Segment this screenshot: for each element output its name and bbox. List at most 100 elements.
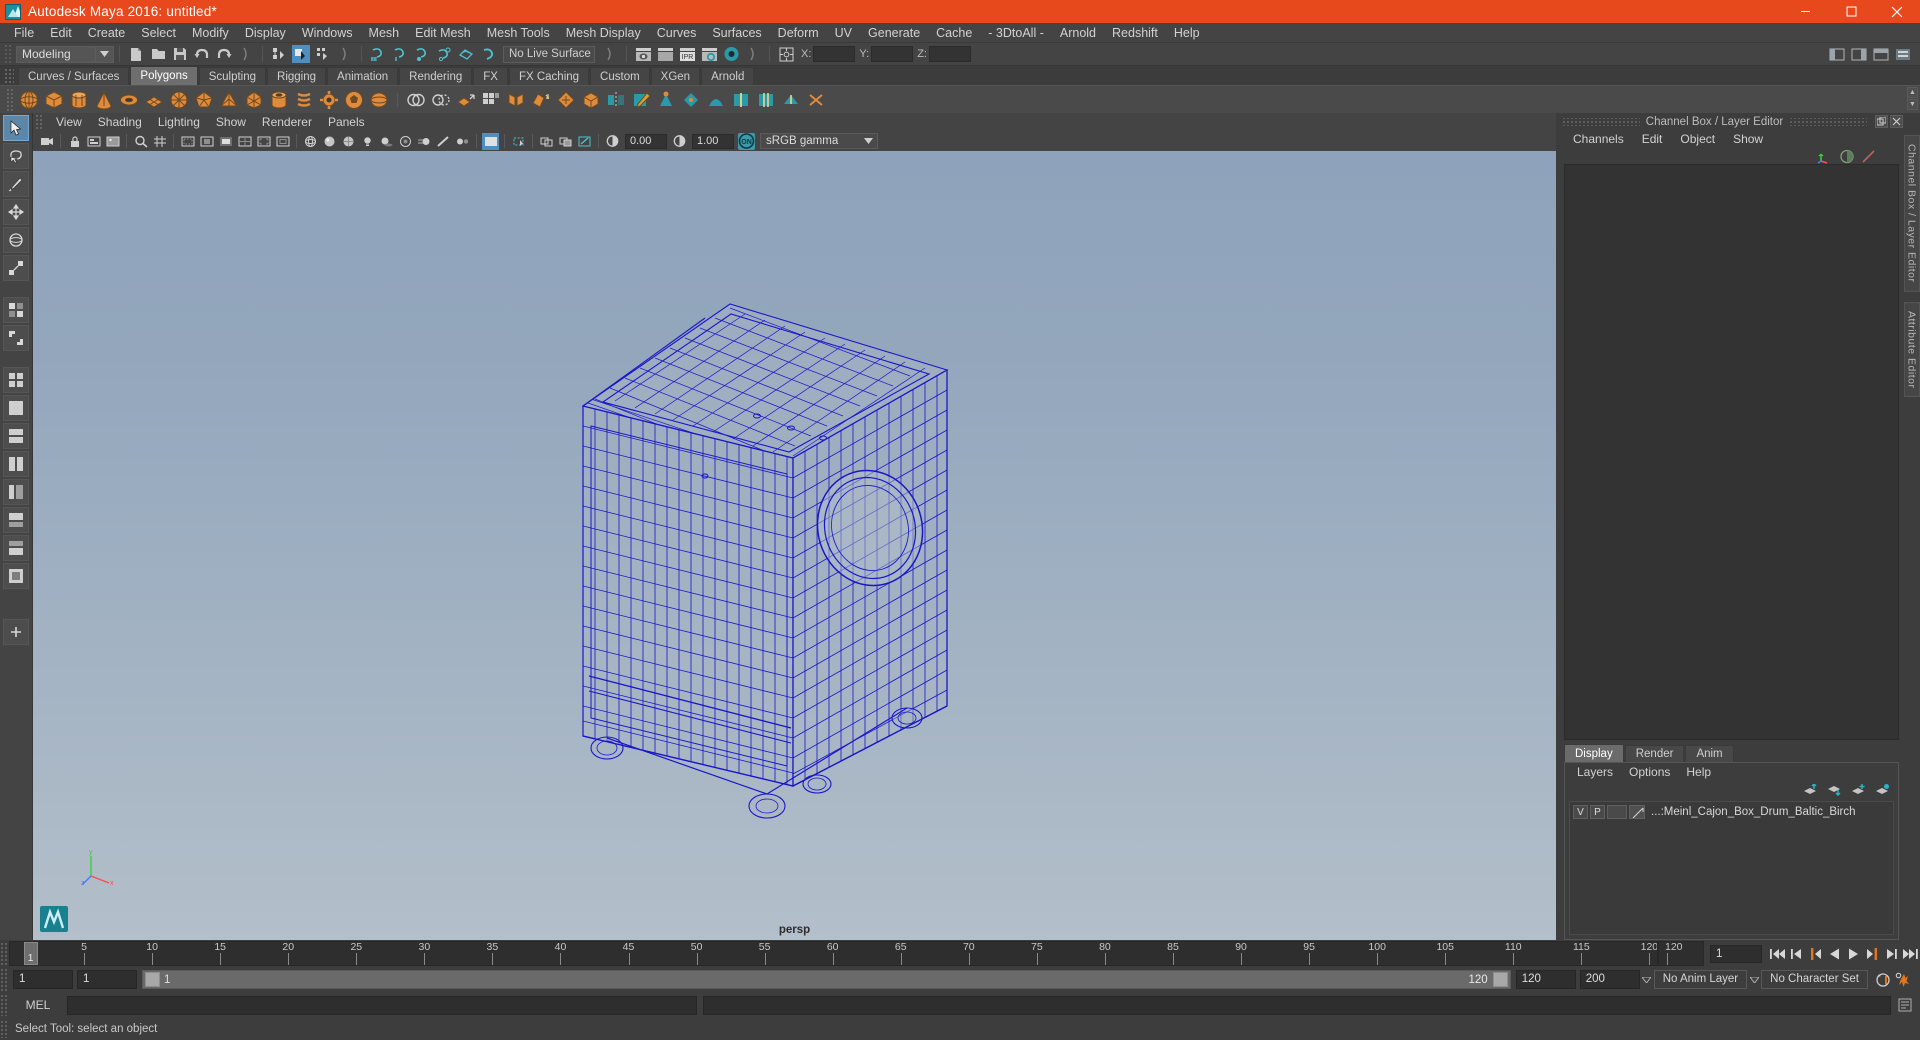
shelf-tab-xgen[interactable]: XGen [650,67,701,85]
insert-edge-loop-icon[interactable] [730,89,752,111]
scale-tool[interactable] [3,255,29,281]
select-tool[interactable] [3,115,29,141]
channel-box-content[interactable] [1564,164,1899,740]
paint-select-tool[interactable] [3,171,29,197]
menu-edit-mesh[interactable]: Edit Mesh [407,23,479,43]
use-all-lights-icon[interactable] [359,133,376,150]
shelf-scroll-down-icon[interactable]: ▼ [1907,99,1918,110]
lock-camera-icon[interactable] [66,133,83,150]
menu-3dtoall[interactable]: - 3DtoAll - [980,23,1052,43]
show-hide-channel-box-icon[interactable] [1894,45,1912,63]
side-tab-attribute-editor[interactable]: Attribute Editor [1903,301,1920,397]
chevron-down-icon[interactable] [859,138,877,144]
persp-graph-layout-icon[interactable] [3,507,29,533]
shelf-tab-grip[interactable] [4,68,14,85]
color-management-toggle-icon[interactable]: ON [738,132,755,150]
poly-gear-icon[interactable] [318,89,340,111]
character-set-selector[interactable]: No Character Set [1761,970,1868,989]
shelf-tab-fx[interactable]: FX [473,67,508,85]
smooth-icon[interactable] [555,89,577,111]
menu-file[interactable]: File [6,23,42,43]
range-left-handle[interactable] [145,972,160,987]
close-icon[interactable] [1874,0,1920,23]
side-tab-channel-box[interactable]: Channel Box / Layer Editor [1903,135,1920,292]
menu-windows[interactable]: Windows [294,23,361,43]
smooth-shade-all-icon[interactable] [321,133,338,150]
poly-platonic-icon[interactable] [193,89,215,111]
hypershade-persp-layout-icon[interactable] [3,535,29,561]
status-divider-handle-2[interactable] [336,45,354,63]
poly-soccer-ball-icon[interactable] [343,89,365,111]
tab-display[interactable]: Display [1564,744,1624,762]
append-polygon-icon[interactable] [530,89,552,111]
camera-attributes-icon[interactable] [85,133,102,150]
shelf-tab-curves-surfaces[interactable]: Curves / Surfaces [18,67,130,85]
play-forwards-icon[interactable] [1844,944,1863,963]
motion-blur-icon[interactable] [416,133,433,150]
tab-render[interactable]: Render [1624,745,1685,762]
animation-preferences-icon[interactable] [1893,970,1912,989]
xray-joints-icon[interactable] [538,133,555,150]
move-tool[interactable] [3,199,29,225]
layer-type-toggle[interactable] [1607,805,1627,819]
channelbox-menu-edit[interactable]: Edit [1633,130,1672,148]
shelf-tab-fx-caching[interactable]: FX Caching [508,67,590,85]
viewport-menu-view[interactable]: View [48,113,90,131]
channelbox-menu-channels[interactable]: Channels [1564,130,1633,148]
viewport-menu-lighting[interactable]: Lighting [150,113,208,131]
shelf-tab-polygons[interactable]: Polygons [130,66,198,85]
undock-icon[interactable] [1875,115,1889,128]
layers-menu-layers[interactable]: Layers [1569,763,1621,781]
menu-mesh[interactable]: Mesh [361,23,408,43]
menu-uv[interactable]: UV [827,23,860,43]
step-back-frame-icon[interactable] [1787,944,1806,963]
show-hide-tool-settings-icon[interactable] [1872,45,1890,63]
snap-to-view-plane-icon[interactable] [457,45,475,63]
maximize-icon[interactable] [1828,0,1874,23]
hypershade-icon[interactable] [722,45,740,63]
coord-x-field[interactable] [813,46,856,62]
safe-title-icon[interactable] [274,133,291,150]
help-line-grip[interactable] [0,1020,9,1038]
menu-deform[interactable]: Deform [770,23,827,43]
channelbox-menu-show[interactable]: Show [1724,130,1772,148]
shelf-tab-arnold[interactable]: Arnold [701,67,755,85]
command-output[interactable] [703,995,1891,1015]
cajon-box-drum-wireframe[interactable] [555,266,1035,826]
two-panes-stacked-layout-icon[interactable] [3,423,29,449]
menu-arnold[interactable]: Arnold [1052,23,1104,43]
multi-cut-icon[interactable] [630,89,652,111]
viewport-menu-renderer[interactable]: Renderer [254,113,320,131]
attribute-editor-icon[interactable] [1839,149,1855,164]
offset-edge-loop-icon[interactable] [755,89,777,111]
show-hide-attribute-editor-icon[interactable] [1850,45,1868,63]
coord-z-field[interactable] [928,46,971,62]
multisample-anti-aliasing-icon[interactable] [435,133,452,150]
menu-edit[interactable]: Edit [42,23,80,43]
poly-plane-icon[interactable] [143,89,165,111]
quad-draw-icon[interactable] [680,89,702,111]
snap-to-curve-icon[interactable] [391,45,409,63]
show-manipulator-tool[interactable] [3,325,29,351]
command-language-label[interactable]: MEL [9,998,67,1012]
depth-of-field-icon[interactable] [454,133,471,150]
shelf-tab-sculpting[interactable]: Sculpting [198,67,267,85]
poly-sphere-icon[interactable] [18,89,40,111]
time-slider-grip[interactable] [0,941,9,966]
render-current-frame-icon[interactable] [656,45,674,63]
bridge-icon[interactable] [505,89,527,111]
target-weld-icon[interactable] [655,89,677,111]
menu-curves[interactable]: Curves [649,23,705,43]
command-line-grip[interactable] [0,994,9,1016]
menu-modify[interactable]: Modify [184,23,237,43]
step-back-key-icon[interactable] [1806,944,1825,963]
contrast-icon[interactable] [671,133,688,150]
safe-action-icon[interactable] [255,133,272,150]
shelf-grip[interactable] [6,87,15,112]
step-forward-frame-icon[interactable] [1882,944,1901,963]
select-by-object-icon[interactable] [292,45,310,63]
status-divider-handle-3[interactable] [601,45,619,63]
menu-set-selector[interactable]: Modeling [16,45,96,63]
poly-pyramid-icon[interactable] [218,89,240,111]
layer-visibility-toggle[interactable]: V [1573,805,1588,819]
